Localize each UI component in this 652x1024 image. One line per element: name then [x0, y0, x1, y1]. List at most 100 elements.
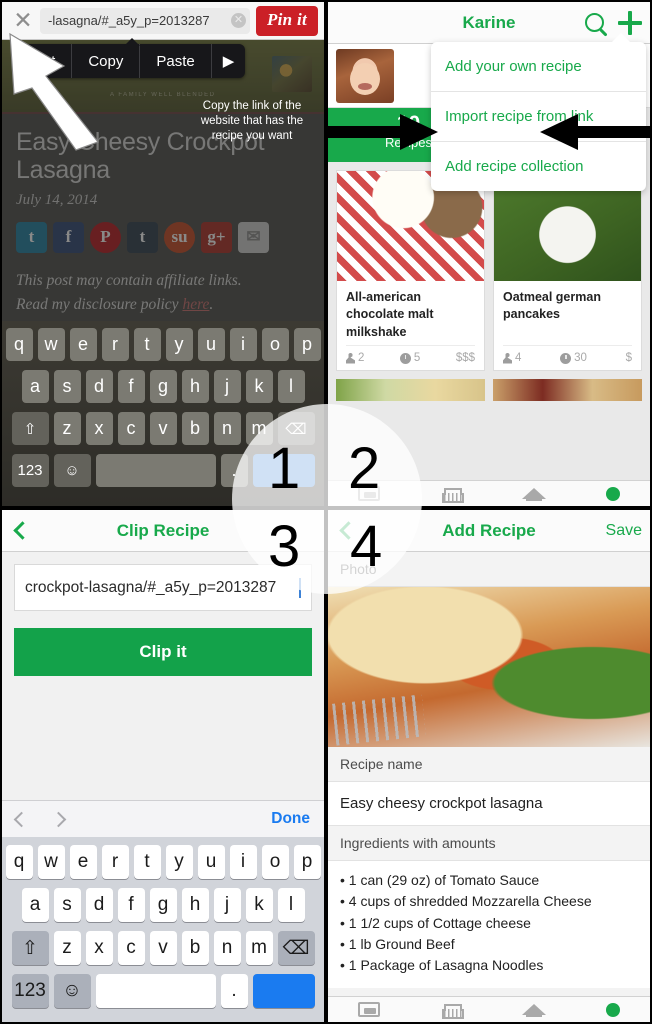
recipe-photo[interactable] — [328, 587, 650, 747]
key-n[interactable]: n — [213, 412, 241, 445]
recipe-card[interactable]: Oatmeal german pancakes 4 30 $ — [493, 170, 642, 371]
status-dot-icon[interactable] — [606, 1002, 620, 1017]
recipe-card[interactable]: All-american chocolate malt milkshake 2 … — [336, 170, 485, 371]
key-z[interactable]: z — [53, 412, 81, 445]
clear-field-icon[interactable]: ✕ — [230, 13, 246, 28]
key-b[interactable]: b — [181, 931, 209, 965]
backspace-key[interactable]: ⌫ — [277, 931, 315, 965]
googleplus-share-icon[interactable]: g+ — [201, 221, 232, 253]
key-l[interactable]: l — [277, 888, 305, 922]
cart-icon[interactable] — [440, 1003, 464, 1019]
key-g[interactable]: g — [149, 370, 177, 403]
menu-add-own-recipe[interactable]: Add your own recipe — [431, 42, 646, 92]
key-g[interactable]: g — [149, 888, 177, 922]
recipe-photo[interactable] — [336, 379, 485, 401]
back-chevron-icon[interactable] — [13, 521, 32, 540]
key-m[interactable]: m — [245, 931, 273, 965]
key-x[interactable]: x — [85, 931, 113, 965]
space-key[interactable] — [95, 974, 216, 1008]
book-icon[interactable] — [358, 1002, 380, 1017]
clip-it-button[interactable]: Clip it — [14, 628, 312, 676]
key-x[interactable]: x — [85, 412, 113, 445]
key-a[interactable]: a — [21, 888, 49, 922]
chevron-left-icon[interactable] — [13, 811, 30, 827]
cart-icon[interactable] — [440, 487, 464, 503]
key-l[interactable]: l — [277, 370, 305, 403]
emoji-key[interactable]: ☺ — [53, 454, 91, 487]
go-key[interactable] — [252, 974, 315, 1008]
email-share-icon[interactable]: ✉ — [238, 221, 269, 253]
ingredients-list[interactable]: 1 can (29 oz) of Tomato Sauce 4 cups of … — [328, 861, 650, 988]
key-r[interactable]: r — [101, 328, 129, 361]
numbers-key[interactable]: 123 — [11, 974, 49, 1008]
key-v[interactable]: v — [149, 931, 177, 965]
key-j[interactable]: j — [213, 888, 241, 922]
key-n[interactable]: n — [213, 931, 241, 965]
shift-key[interactable]: ⇧ — [11, 931, 49, 965]
key-i[interactable]: i — [229, 845, 257, 879]
key-c[interactable]: c — [117, 931, 145, 965]
key-o[interactable]: o — [261, 328, 289, 361]
key-v[interactable]: v — [149, 412, 177, 445]
key-h[interactable]: h — [181, 888, 209, 922]
key-f[interactable]: f — [117, 888, 145, 922]
key-e[interactable]: e — [69, 845, 97, 879]
space-key[interactable] — [95, 454, 216, 487]
key-d[interactable]: d — [85, 888, 113, 922]
stumbleupon-share-icon[interactable]: su — [164, 221, 195, 253]
period-key[interactable]: . — [220, 454, 248, 487]
key-h[interactable]: h — [181, 370, 209, 403]
key-r[interactable]: r — [101, 845, 129, 879]
key-s[interactable]: s — [53, 370, 81, 403]
key-w[interactable]: w — [37, 845, 65, 879]
disclosure-policy-link[interactable]: here — [182, 296, 209, 313]
key-u[interactable]: u — [197, 328, 225, 361]
key-k[interactable]: k — [245, 888, 273, 922]
key-p[interactable]: p — [293, 328, 321, 361]
done-button[interactable]: Done — [271, 810, 310, 828]
key-o[interactable]: o — [261, 845, 289, 879]
tumblr-share-icon[interactable]: t — [127, 221, 158, 253]
plus-icon[interactable] — [618, 10, 642, 35]
close-icon[interactable]: ✕ — [6, 9, 40, 32]
key-i[interactable]: i — [229, 328, 257, 361]
home-icon[interactable] — [522, 488, 546, 501]
pinterest-share-icon[interactable]: P — [90, 221, 121, 253]
key-a[interactable]: a — [21, 370, 49, 403]
key-z[interactable]: z — [53, 931, 81, 965]
recipe-photo[interactable] — [493, 379, 642, 401]
key-k[interactable]: k — [245, 370, 273, 403]
chevron-right-icon[interactable] — [50, 811, 67, 827]
search-icon[interactable] — [585, 13, 604, 32]
key-d[interactable]: d — [85, 370, 113, 403]
pin-it-button[interactable]: Pin it — [255, 5, 318, 36]
key-j[interactable]: j — [213, 370, 241, 403]
key-w[interactable]: w — [37, 328, 65, 361]
save-button[interactable]: Save — [606, 522, 642, 540]
home-icon[interactable] — [522, 1004, 546, 1017]
emoji-key[interactable]: ☺ — [53, 974, 91, 1008]
avatar[interactable] — [336, 48, 394, 103]
status-dot-icon[interactable] — [606, 486, 620, 501]
key-b[interactable]: b — [181, 412, 209, 445]
key-u[interactable]: u — [197, 845, 225, 879]
period-key[interactable]: . — [220, 974, 248, 1008]
key-s[interactable]: s — [53, 888, 81, 922]
key-q[interactable]: q — [5, 328, 33, 361]
recipe-name-field[interactable]: Easy cheesy crockpot lasagna — [328, 782, 650, 826]
key-y[interactable]: y — [165, 328, 193, 361]
shift-key[interactable]: ⇧ — [11, 412, 49, 445]
key-y[interactable]: y — [165, 845, 193, 879]
key-c[interactable]: c — [117, 412, 145, 445]
key-t[interactable]: t — [133, 845, 161, 879]
facebook-share-icon[interactable]: f — [53, 221, 84, 253]
key-p[interactable]: p — [293, 845, 321, 879]
more-button[interactable]: ▶ — [212, 44, 246, 78]
url-input[interactable]: -lasagna/#_a5y_p=2013287 ✕ — [40, 7, 250, 34]
key-q[interactable]: q — [5, 845, 33, 879]
key-f[interactable]: f — [117, 370, 145, 403]
key-e[interactable]: e — [69, 328, 97, 361]
key-t[interactable]: t — [133, 328, 161, 361]
numbers-key[interactable]: 123 — [11, 454, 49, 487]
twitter-share-icon[interactable]: t — [16, 221, 47, 253]
